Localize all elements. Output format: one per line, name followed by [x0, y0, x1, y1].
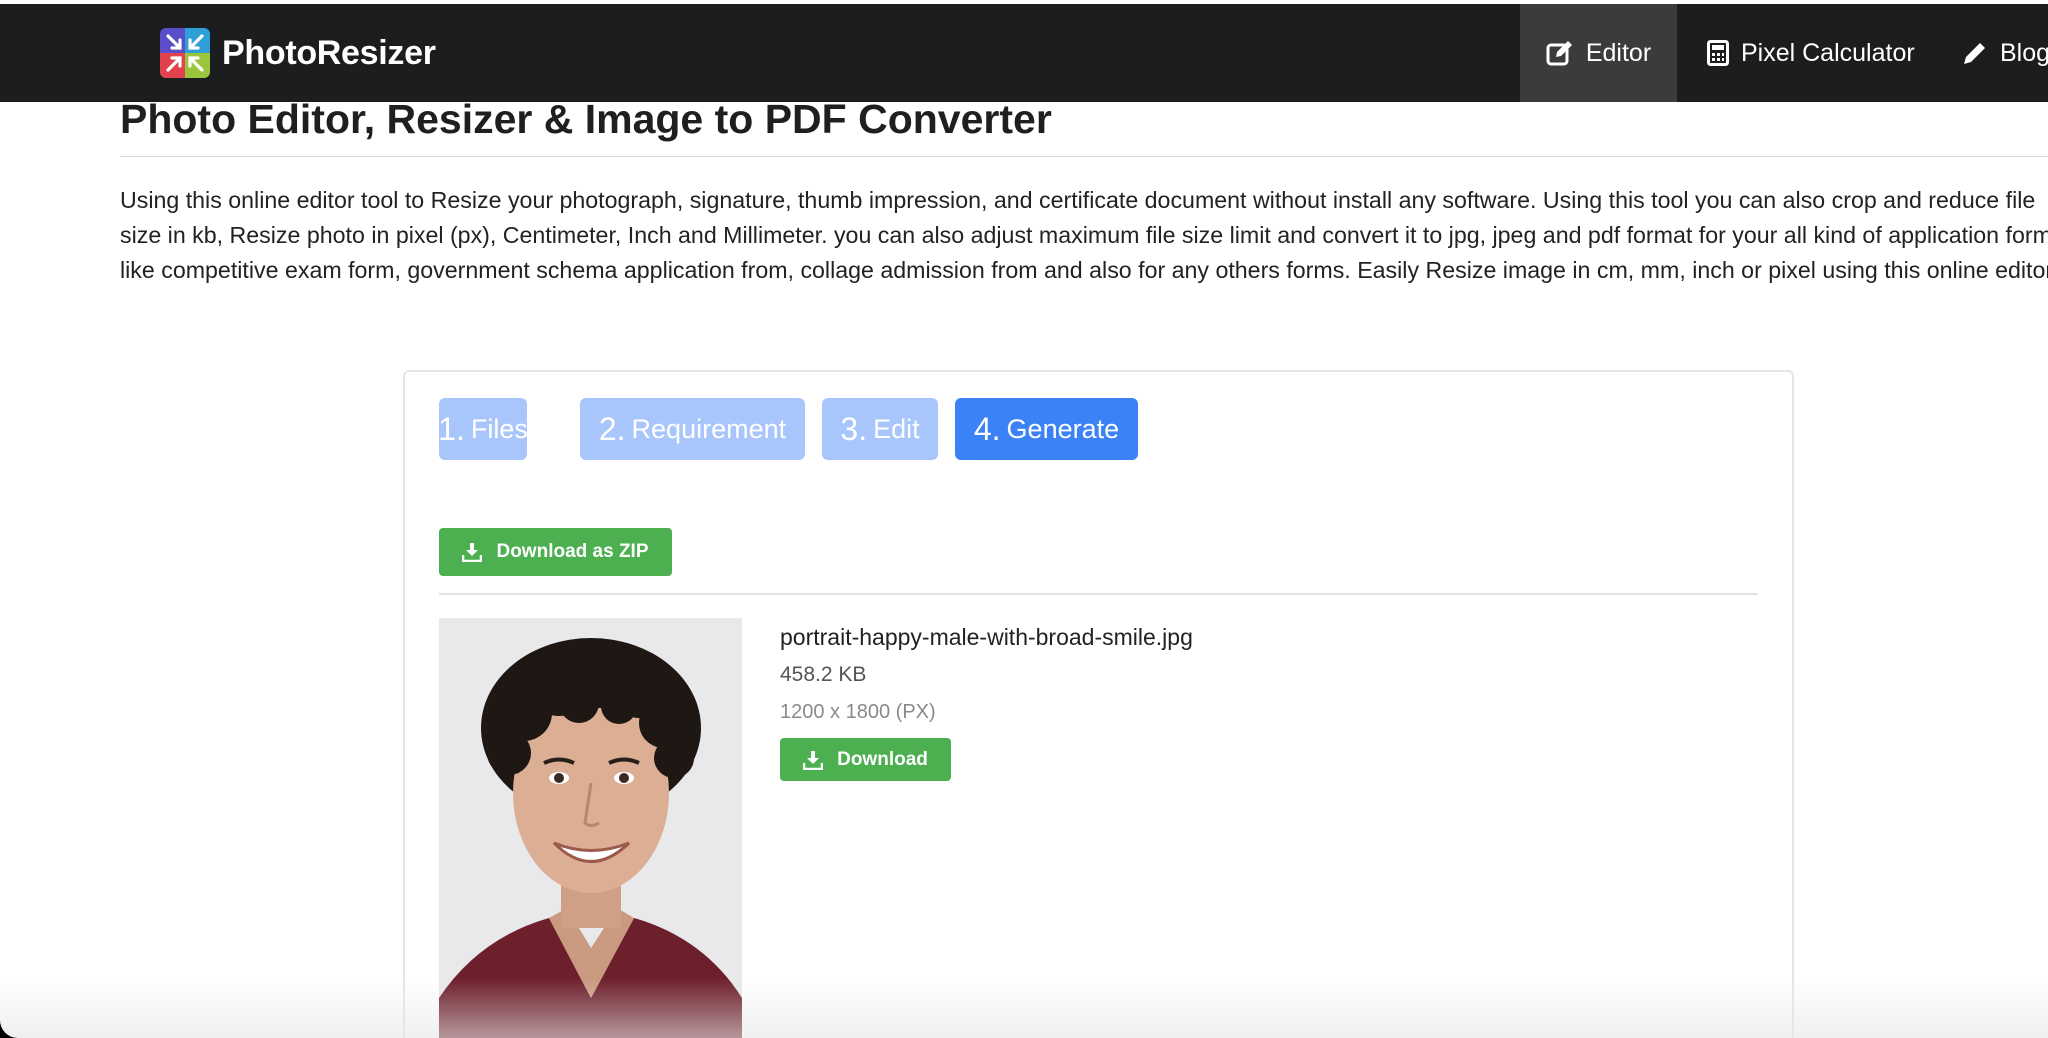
file-name: portrait-happy-male-with-broad-smile.jpg: [780, 624, 1193, 650]
edit-icon: [1546, 41, 1572, 66]
download-icon: [803, 750, 824, 770]
pencil-icon: [1964, 43, 1985, 64]
step-edit[interactable]: 3. Edit: [822, 398, 938, 460]
title-divider: [120, 156, 2048, 157]
download-label: Download: [837, 748, 928, 770]
step-number: 1.: [438, 410, 465, 447]
page-title: Photo Editor, Resizer & Image to PDF Con…: [120, 96, 1052, 142]
nav-item-label: Editor: [1585, 38, 1652, 67]
download-icon: [462, 543, 483, 562]
section-divider: [439, 593, 1758, 595]
step-requirement[interactable]: 2. Requirement: [580, 398, 805, 460]
download-button[interactable]: Download: [780, 738, 951, 781]
intro-paragraph: Using this online editor tool to Resize …: [120, 187, 2048, 283]
browser-window: PhotoResizer Editor Pixel Calculator Blo…: [0, 0, 2048, 1038]
editor-card: 1. Files 2. Requirement 3. Edit 4. Gener…: [403, 370, 1794, 1038]
step-label: Generate: [1006, 413, 1120, 444]
file-size: 458.2 KB: [780, 663, 867, 686]
step-label: Requirement: [631, 413, 787, 444]
file-thumbnail[interactable]: [439, 618, 742, 1038]
file-dimensions: 1200 x 1800 (PX): [780, 701, 936, 723]
step-number: 2.: [598, 410, 626, 447]
nav-item-pixel-calculator[interactable]: Pixel Calculator: [1707, 4, 1915, 102]
step-number: 4.: [973, 410, 1001, 447]
download-zip-button[interactable]: Download as ZIP: [439, 528, 672, 576]
step-generate[interactable]: 4. Generate: [955, 398, 1138, 460]
step-number: 3.: [840, 410, 868, 447]
nav-item-blog[interactable]: Blog: [1962, 4, 2048, 102]
brand-name: PhotoResizer: [222, 33, 436, 72]
step-label: Edit: [873, 413, 920, 444]
photoresizer-logo-icon: [160, 28, 210, 78]
top-navbar: PhotoResizer Editor Pixel Calculator Blo…: [0, 4, 2048, 102]
step-label: Files: [470, 413, 528, 444]
nav-item-label: Pixel Calculator: [1741, 38, 1915, 67]
step-files[interactable]: 1. Files: [438, 398, 528, 460]
calculator-icon: [1707, 40, 1729, 66]
nav-item-editor[interactable]: Editor: [1520, 4, 1677, 102]
download-zip-label: Download as ZIP: [496, 541, 649, 562]
nav-item-label: Blog: [2000, 38, 2048, 67]
brand-link[interactable]: PhotoResizer: [160, 28, 436, 78]
